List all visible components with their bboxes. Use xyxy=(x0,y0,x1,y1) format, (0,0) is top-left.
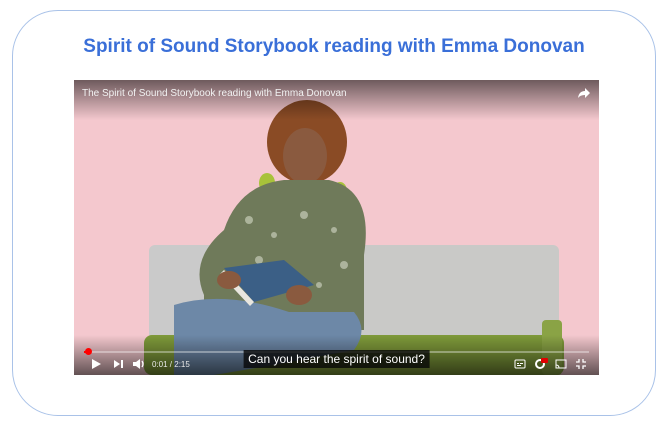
cast-icon[interactable] xyxy=(555,358,567,370)
caption-text: Can you hear the spirit of sound? xyxy=(243,350,430,368)
exit-fullscreen-icon[interactable] xyxy=(575,358,587,370)
settings-icon[interactable] xyxy=(534,358,548,370)
subtitles-icon[interactable] xyxy=(514,358,526,370)
video-frame xyxy=(74,80,599,375)
video-title[interactable]: The Spirit of Sound Storybook reading wi… xyxy=(82,88,347,99)
couch-back xyxy=(359,245,559,345)
share-icon[interactable] xyxy=(577,86,591,100)
player-controls: 0:01 / 2:15 Can you hear the spirit of s… xyxy=(74,335,599,375)
page-title: Spirit of Sound Storybook reading with E… xyxy=(83,36,585,57)
player-top-bar: The Spirit of Sound Storybook reading wi… xyxy=(74,80,599,120)
volume-icon[interactable] xyxy=(132,358,146,370)
face xyxy=(283,128,327,184)
time-display: 0:01 / 2:15 xyxy=(152,360,190,369)
video-player[interactable]: The Spirit of Sound Storybook reading wi… xyxy=(74,80,599,375)
progress-thumb[interactable] xyxy=(85,348,93,355)
play-icon[interactable] xyxy=(90,358,102,370)
next-icon[interactable] xyxy=(112,358,124,370)
